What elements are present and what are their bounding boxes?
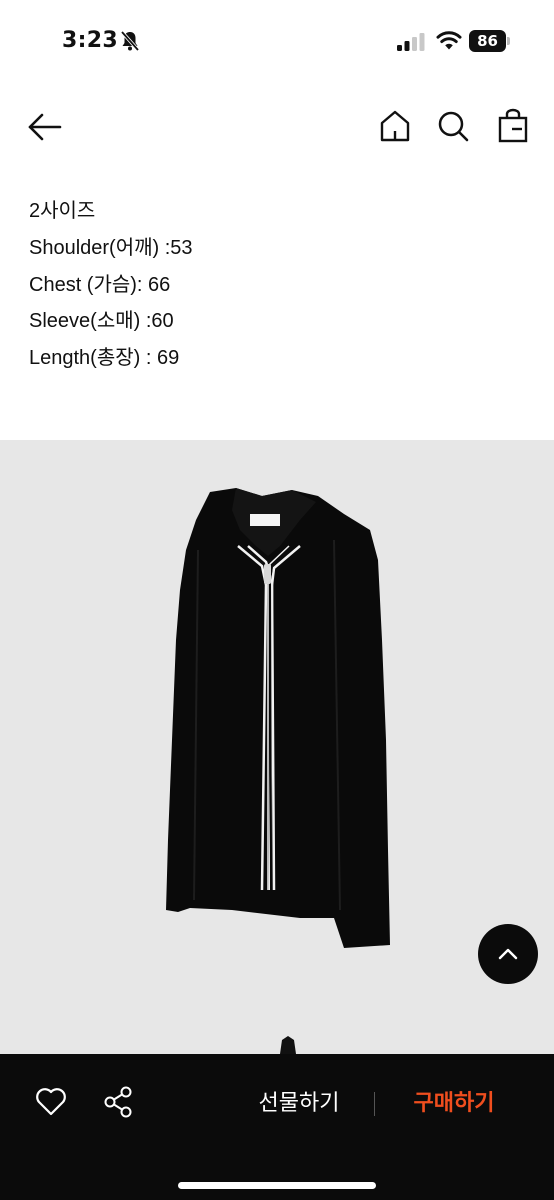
chevron-up-icon	[498, 948, 518, 960]
shopping-bag-icon[interactable]	[496, 108, 530, 144]
chest-measure-text: Chest (가슴): 66	[29, 273, 171, 296]
product-image	[0, 440, 554, 1054]
status-bar: 3:23 86	[0, 0, 554, 84]
share-icon[interactable]	[102, 1085, 136, 1119]
signal-icon	[397, 33, 425, 51]
search-icon[interactable]	[436, 109, 470, 143]
size-count-text: 2사이즈	[29, 200, 96, 222]
battery-level: 86	[469, 30, 506, 52]
black-zip-cardigan-illustration	[166, 488, 390, 1054]
bell-off-icon	[120, 30, 140, 52]
buy-button[interactable]: 구매하기	[396, 1084, 512, 1124]
battery-indicator: 86	[469, 30, 511, 52]
sleeve-measure-text: Sleeve(소매) :60	[29, 310, 174, 333]
shoulder-measure-text: Shoulder(어깨) :53	[29, 236, 193, 259]
bottom-action-bar: 선물하기 구매하기	[0, 1054, 554, 1200]
size-description: 2사이즈 Shoulder(어깨) :53 Chest (가슴): 66 Sle…	[29, 193, 529, 377]
gift-button[interactable]: 선물하기	[240, 1084, 358, 1124]
battery-tip	[507, 37, 510, 45]
home-icon[interactable]	[378, 109, 412, 143]
wifi-icon	[436, 31, 462, 50]
neck-label	[250, 514, 280, 526]
home-indicator	[178, 1182, 376, 1189]
button-divider	[374, 1092, 375, 1116]
top-nav	[0, 100, 554, 156]
status-time: 3:23	[62, 28, 118, 53]
arrow-left-icon[interactable]	[26, 110, 64, 144]
scroll-to-top-button[interactable]	[478, 924, 538, 984]
length-measure-text: Length(총장) : 69	[29, 347, 180, 370]
heart-icon[interactable]	[34, 1086, 68, 1118]
